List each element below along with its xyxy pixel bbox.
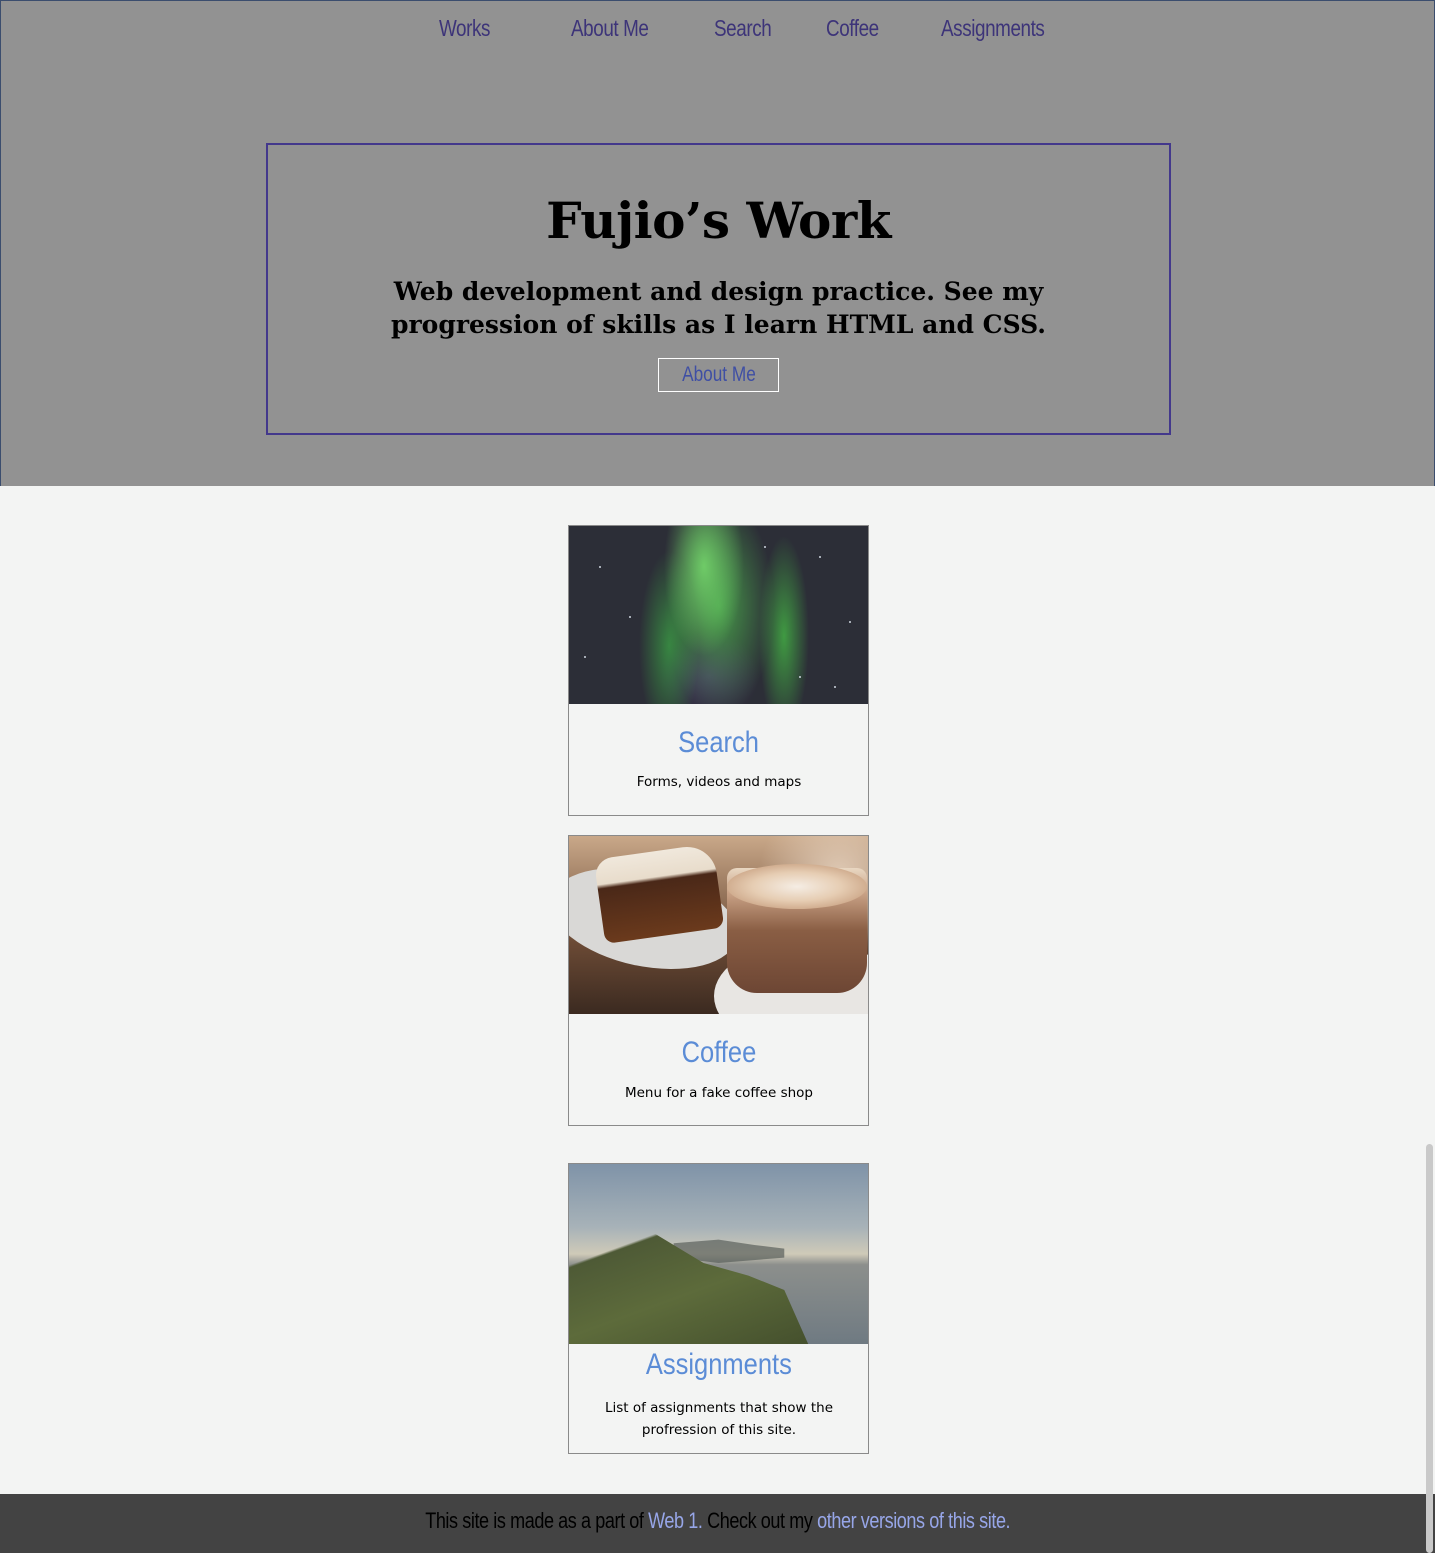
card-title-text: Coffee <box>681 1036 756 1069</box>
nav-link-assignments[interactable]: Assignments <box>941 15 1045 42</box>
aurora-photo <box>569 526 868 704</box>
hero-box: Fujio’s Work Web development and design … <box>266 143 1171 435</box>
card-title[interactable]: Assignments <box>569 1348 868 1382</box>
hero-section: Works About Me Search Coffee Assignments… <box>0 0 1435 486</box>
about-me-button[interactable]: About Me <box>658 358 779 392</box>
top-nav: Works About Me Search Coffee Assignments <box>1 15 1434 49</box>
card-assignments[interactable]: Assignments List of assignments that sho… <box>568 1163 869 1454</box>
footer-text: This site is made as a part of Web 1. Ch… <box>0 1508 1435 1534</box>
card-title[interactable]: Search <box>569 726 868 760</box>
page-title: Fujio’s Work <box>546 191 891 250</box>
nav-link-about-me[interactable]: About Me <box>571 15 649 42</box>
nav-link-works[interactable]: Works <box>439 15 490 42</box>
other-versions-link[interactable]: other versions of this site. <box>817 1508 1010 1533</box>
card-description: Menu for a fake coffee shop <box>624 1085 814 1101</box>
scrollbar-thumb[interactable] <box>1426 1144 1433 1553</box>
footer: This site is made as a part of Web 1. Ch… <box>0 1494 1435 1553</box>
nav-link-coffee[interactable]: Coffee <box>826 15 879 42</box>
card-description: List of assignments that show the profre… <box>604 1400 834 1438</box>
nav-link-search[interactable]: Search <box>714 15 772 42</box>
hero-subtitle: Web development and design practice. See… <box>391 277 1046 339</box>
coastal-landscape-photo <box>569 1164 868 1344</box>
card-title[interactable]: Coffee <box>569 1036 868 1070</box>
web1-link[interactable]: Web 1. <box>648 1508 703 1533</box>
footer-middle: Check out my <box>706 1508 813 1533</box>
footer-prefix: This site is made as a part of <box>425 1508 644 1533</box>
card-title-text: Search <box>678 726 759 759</box>
card-description: Forms, videos and maps <box>636 774 802 790</box>
about-me-button-label: About Me <box>681 363 756 386</box>
card-title-text: Assignments <box>645 1348 792 1381</box>
card-coffee[interactable]: Coffee Menu for a fake coffee shop <box>568 835 869 1126</box>
coffee-photo <box>569 836 868 1014</box>
card-search[interactable]: Search Forms, videos and maps <box>568 525 869 816</box>
